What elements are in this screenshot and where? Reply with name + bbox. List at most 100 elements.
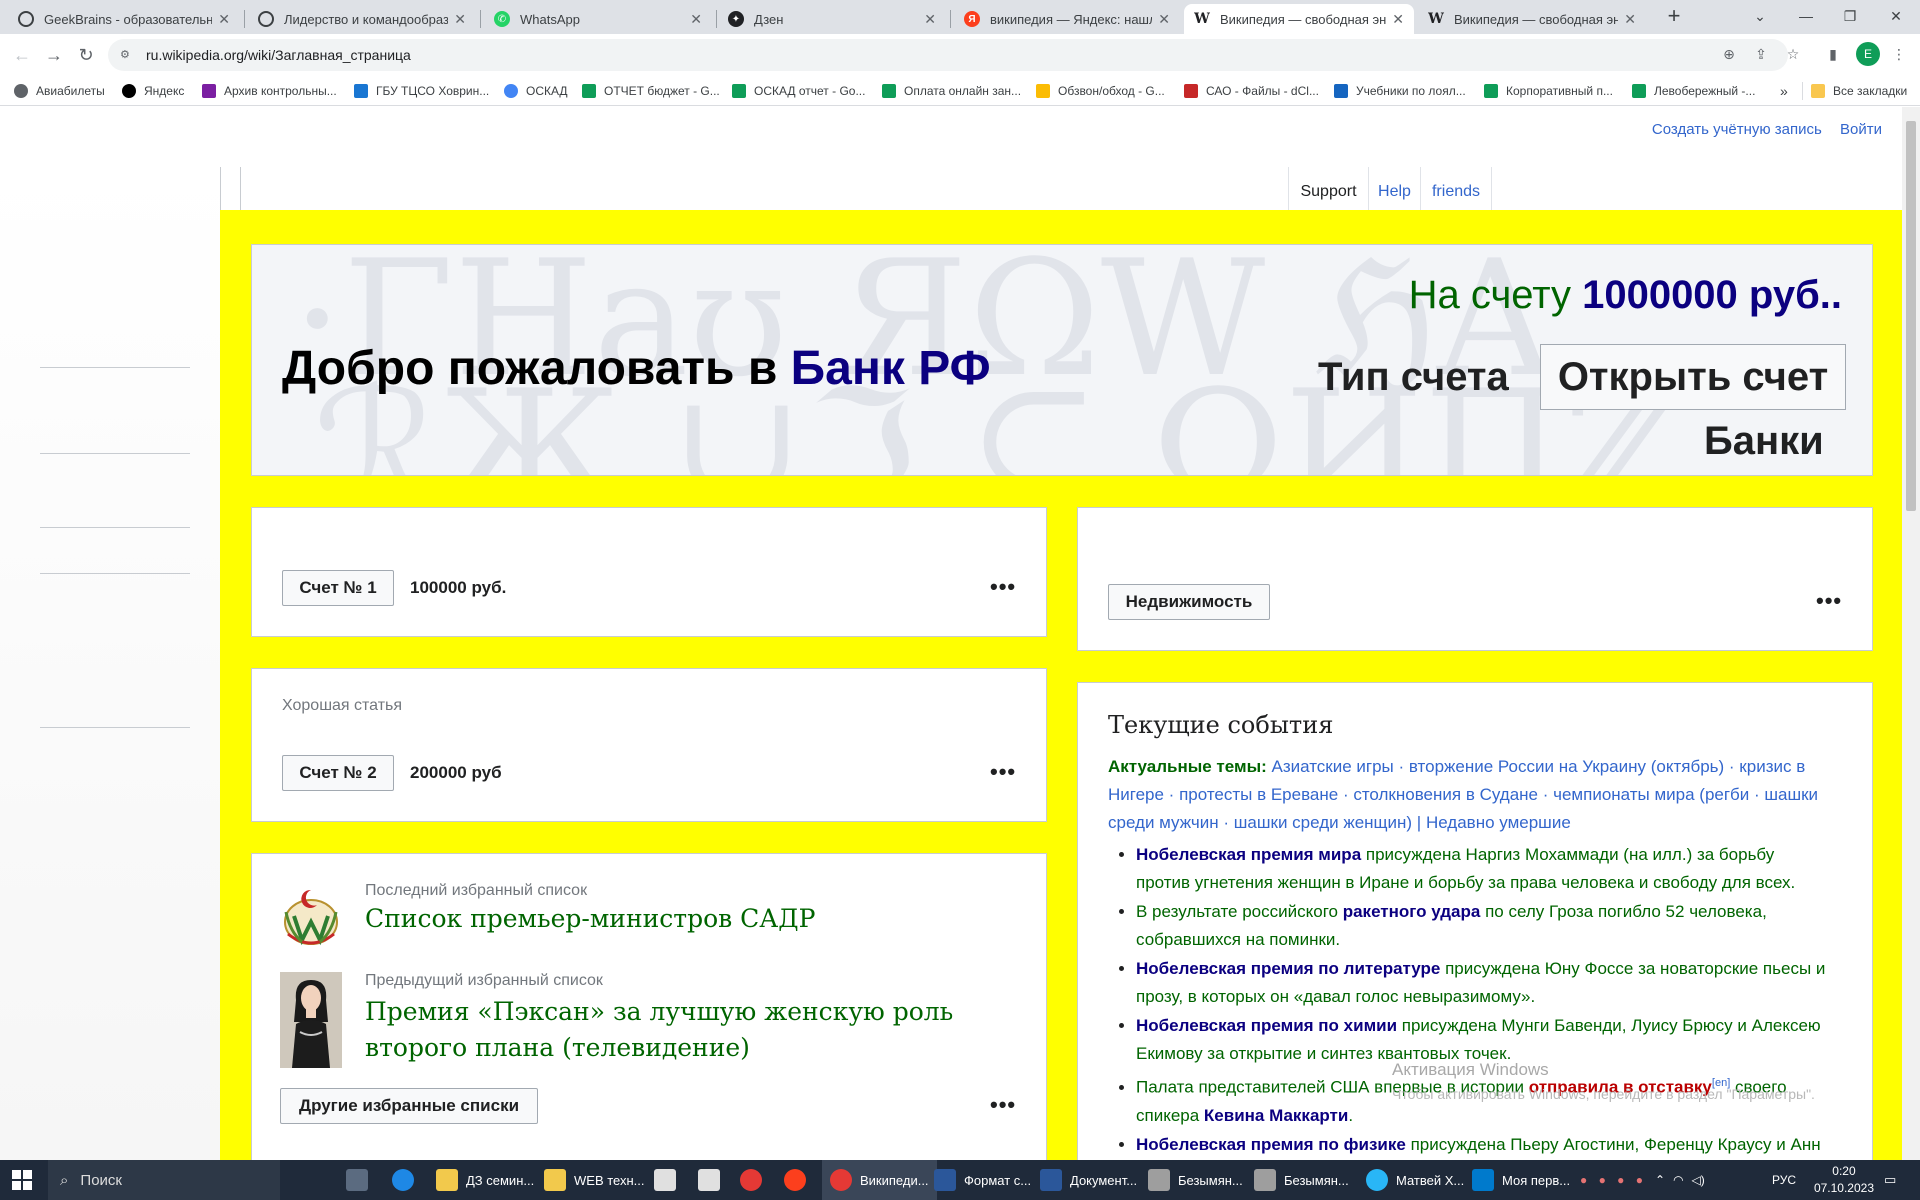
taskbar-app[interactable]: Документ...: [1040, 1160, 1137, 1200]
sadr-emblem-image[interactable]: [280, 882, 342, 948]
bookmark-item[interactable]: ОСКАД отчет - Go...: [732, 82, 865, 100]
taskbar-app[interactable]: Моя перв...: [1472, 1160, 1570, 1200]
address-bar[interactable]: ⚙ ru.wikipedia.org/wiki/Заглавная_страни…: [108, 39, 1788, 71]
bookmark-item[interactable]: ГБУ ТЦСО Ховрин...: [354, 82, 489, 100]
close-tab-icon[interactable]: ✕: [1392, 11, 1404, 28]
close-window-icon[interactable]: ✕: [1876, 4, 1916, 28]
system-tray[interactable]: ● ● ● ● ⌃ ◠ ◁): [1580, 1160, 1713, 1200]
notepad-icon[interactable]: [654, 1160, 684, 1200]
yandex-browser-icon[interactable]: [784, 1160, 814, 1200]
taskbar-app[interactable]: Безымян...: [1148, 1160, 1243, 1200]
tab-wikipedia[interactable]: W Википедия — свободная энц ✕: [1418, 4, 1646, 34]
bookmarks-overflow-button[interactable]: »: [1780, 82, 1788, 100]
tab-yandex-search[interactable]: Я википедия — Яндекс: нашлос ✕: [954, 4, 1180, 34]
calculator-icon[interactable]: [346, 1160, 376, 1200]
tab-leadership[interactable]: Лидерство и командообразов ✕: [248, 4, 476, 34]
bookmark-item[interactable]: Авиабилеты: [14, 82, 105, 100]
opera-icon[interactable]: [740, 1160, 770, 1200]
share-icon[interactable]: ⇪: [1750, 43, 1772, 65]
taskbar-app[interactable]: Матвей Х...: [1366, 1160, 1464, 1200]
tab-dzen[interactable]: ✦ Дзен ✕: [718, 4, 946, 34]
bookmark-star-icon[interactable]: ☆: [1782, 43, 1804, 65]
side-panel-icon[interactable]: ▮: [1822, 43, 1844, 65]
bookmark-item[interactable]: ОСКАД: [504, 82, 568, 100]
chevron-up-icon[interactable]: ⌃: [1655, 1173, 1665, 1187]
more-options-icon[interactable]: •••: [990, 574, 1016, 600]
tab-whatsapp[interactable]: ✆ WhatsApp ✕: [484, 4, 712, 34]
close-tab-icon[interactable]: ✕: [1624, 11, 1636, 28]
page-scrollbar[interactable]: [1902, 107, 1920, 1160]
actress-photo[interactable]: [280, 972, 342, 1068]
network-icon[interactable]: ◠: [1673, 1173, 1683, 1187]
browser-tab-bar: GeekBrains - образовательный ✕ Лидерство…: [0, 0, 1920, 34]
account-type-label[interactable]: Тип счета: [1318, 355, 1509, 400]
minimize-icon[interactable]: —: [1786, 4, 1826, 28]
profile-avatar[interactable]: E: [1856, 42, 1880, 66]
reload-icon[interactable]: ↻: [72, 41, 100, 69]
close-tab-icon[interactable]: ✕: [1158, 11, 1170, 28]
news-headline-link[interactable]: Нобелевская премия по химии: [1136, 1016, 1397, 1035]
tab-geekbrains[interactable]: GeekBrains - образовательный ✕: [8, 4, 240, 34]
close-tab-icon[interactable]: ✕: [218, 11, 230, 28]
zoom-icon[interactable]: ⊕: [1718, 43, 1740, 65]
bookmark-item[interactable]: Корпоративный п...: [1484, 82, 1613, 100]
account-1-button[interactable]: Счет № 1: [282, 570, 394, 606]
create-account-link[interactable]: Создать учётную запись: [1652, 121, 1822, 138]
more-featured-lists-button[interactable]: Другие избранные списки: [280, 1088, 538, 1124]
open-account-button[interactable]: Открыть счет: [1540, 344, 1846, 410]
taskbar-app[interactable]: Формат с...: [934, 1160, 1031, 1200]
taskbar-app[interactable]: Безымян...: [1254, 1160, 1349, 1200]
bookmark-item[interactable]: Левобережный -...: [1632, 82, 1755, 100]
bookmark-item[interactable]: Учебники по лоял...: [1334, 82, 1466, 100]
account-2-amount: 200000 руб: [410, 763, 502, 782]
more-options-icon[interactable]: •••: [990, 1092, 1016, 1118]
sheets-icon: [1632, 84, 1646, 98]
start-button[interactable]: [12, 1160, 32, 1200]
account-2-button[interactable]: Счет № 2: [282, 755, 394, 791]
bookmark-item[interactable]: Обзвон/обход - G...: [1036, 82, 1165, 100]
previous-featured-title[interactable]: Премия «Пэксан» за лучшую женскую роль в…: [365, 994, 1015, 1066]
sidebar-divider: [40, 453, 190, 454]
more-options-icon[interactable]: •••: [990, 759, 1016, 785]
windows-activation-title: Активация Windows: [1392, 1060, 1549, 1079]
bookmark-item[interactable]: САО - Файлы - dCl...: [1184, 82, 1319, 100]
new-tab-button[interactable]: +: [1654, 3, 1694, 28]
more-options-icon[interactable]: •••: [1816, 588, 1842, 614]
site-info-icon[interactable]: ⚙: [120, 48, 134, 62]
bookmark-item[interactable]: Оплата онлайн зан...: [882, 82, 1021, 100]
bookmark-item[interactable]: ОТЧЕТ бюджет - G...: [582, 82, 720, 100]
close-tab-icon[interactable]: ✕: [690, 11, 702, 28]
bookmark-item[interactable]: Архив контрольны...: [202, 82, 337, 100]
taskbar-search[interactable]: ⌕ Поиск: [48, 1160, 280, 1200]
forward-icon[interactable]: →: [40, 41, 68, 69]
notepad-icon[interactable]: [698, 1160, 728, 1200]
menu-kebab-icon[interactable]: ⋮: [1888, 43, 1910, 65]
news-headline-link[interactable]: Нобелевская премия по литературе: [1136, 959, 1440, 978]
tab-wikipedia-active[interactable]: W Википедия — свободная энц ✕: [1184, 4, 1414, 34]
input-language[interactable]: РУС: [1772, 1160, 1796, 1200]
maximize-icon[interactable]: ❐: [1830, 4, 1870, 28]
taskbar-app[interactable]: WEB техн...: [544, 1160, 645, 1200]
back-icon[interactable]: ←: [8, 41, 36, 69]
login-link[interactable]: Войти: [1840, 121, 1882, 138]
all-bookmarks-button[interactable]: Все закладки: [1802, 82, 1907, 100]
system-clock[interactable]: 0:20 07.10.2023: [1814, 1163, 1874, 1197]
taskbar-app[interactable]: ДЗ семин...: [436, 1160, 534, 1200]
notifications-icon[interactable]: ▭: [1884, 1160, 1896, 1200]
news-headline-link[interactable]: Нобелевская премия мира: [1136, 845, 1361, 864]
edge-icon[interactable]: [392, 1160, 422, 1200]
close-tab-icon[interactable]: ✕: [454, 11, 466, 28]
news-headline-link[interactable]: Нобелевская премия по физике: [1136, 1135, 1406, 1154]
news-headline-link[interactable]: ракетного удара: [1343, 902, 1481, 921]
taskbar-app-active[interactable]: Википеди...: [822, 1160, 937, 1200]
realty-button[interactable]: Недвижимость: [1108, 584, 1270, 620]
bookmark-item[interactable]: Яндекс: [122, 82, 184, 100]
news-headline-link[interactable]: Кевина Маккарти: [1204, 1106, 1348, 1125]
scrollbar-thumb[interactable]: [1906, 121, 1916, 511]
volume-icon[interactable]: ◁): [1692, 1173, 1705, 1187]
sidebar-divider: [40, 573, 190, 574]
banks-link[interactable]: Банки: [1704, 419, 1824, 464]
tab-search-icon[interactable]: ⌄: [1740, 4, 1780, 28]
close-tab-icon[interactable]: ✕: [924, 11, 936, 28]
latest-featured-title[interactable]: Список премьер-министров САДР: [365, 904, 815, 933]
